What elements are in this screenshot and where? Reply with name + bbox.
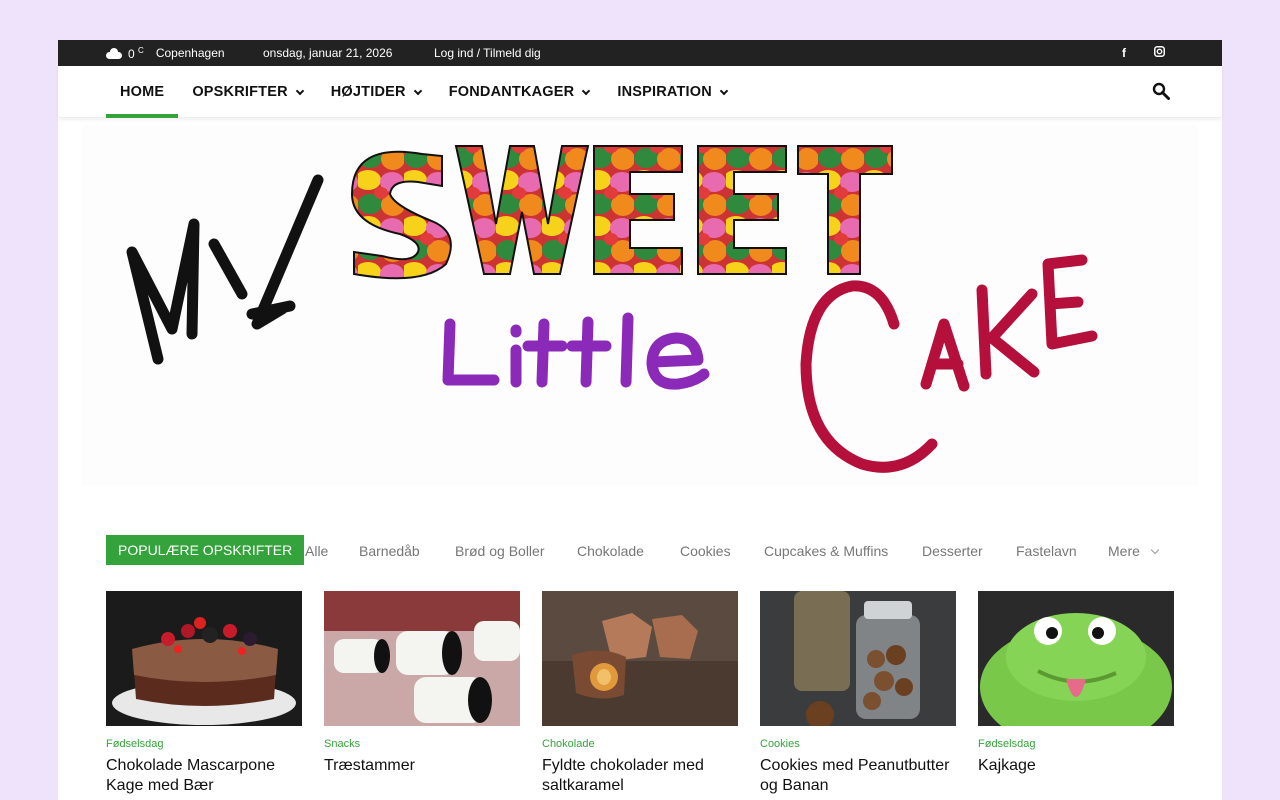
instagram-icon[interactable] <box>1154 46 1165 57</box>
search-icon[interactable] <box>1152 82 1170 100</box>
nav-item-opskrifter[interactable]: OPSKRIFTER <box>178 66 316 118</box>
nav-item-hojtider[interactable]: HØJTIDER <box>317 66 435 118</box>
nav-item-label: HOME <box>120 84 165 100</box>
nav-item-label: OPSKRIFTER <box>192 84 288 100</box>
recipe-card: Chokolade Fyldte chokolader med saltkara… <box>542 591 738 796</box>
temperature-value: 0 <box>128 46 135 61</box>
popular-recipes-bar: POPULÆRE OPSKRIFTER Alle Barnedåb Brød o… <box>106 535 1174 565</box>
recipe-category[interactable]: Fødselsdag <box>978 737 1174 751</box>
chevron-down-icon <box>582 86 591 95</box>
recipe-card: Snacks Træstammer <box>324 591 520 776</box>
recipe-card: Cookies Cookies med Peanutbutter og Bana… <box>760 591 956 796</box>
site-logo-banner[interactable] <box>82 124 1198 486</box>
popular-recipes-label: POPULÆRE OPSKRIFTER <box>106 535 305 565</box>
chevron-down-icon <box>295 86 305 95</box>
recipe-category[interactable]: Cookies <box>760 737 956 751</box>
top-bar: 0 C Copenhagen onsdag, januar 21, 2026 L… <box>58 40 1222 66</box>
category-tab-desserter[interactable]: Desserter <box>922 535 983 567</box>
category-tab-cupcakes-muffins[interactable]: Cupcakes & Muffins <box>764 535 888 567</box>
recipe-thumbnail[interactable] <box>106 591 302 726</box>
category-tab-cookies[interactable]: Cookies <box>680 535 731 567</box>
recipe-title[interactable]: Fyldte chokolader med saltkaramel <box>542 756 738 796</box>
weather-temperature: 0 C <box>128 46 144 61</box>
recipe-category[interactable]: Snacks <box>324 737 520 751</box>
category-tab-fastelavn[interactable]: Fastelavn <box>1016 535 1077 567</box>
facebook-icon[interactable]: f <box>1122 40 1126 66</box>
recipe-title[interactable]: Kajkage <box>978 756 1174 776</box>
site-logo <box>126 145 1098 473</box>
main-navigation: HOME OPSKRIFTER HØJTIDER FONDANTKAGER IN… <box>58 66 1222 118</box>
nav-item-fondantkager[interactable]: FONDANTKAGER <box>435 66 604 118</box>
category-tab-chokolade[interactable]: Chokolade <box>577 535 644 567</box>
current-date: onsdag, januar 21, 2026 <box>263 46 393 60</box>
category-tab-barnedab[interactable]: Barnedåb <box>359 535 420 567</box>
category-tab-brod-og-boller[interactable]: Brød og Boller <box>455 535 544 567</box>
nav-item-inspiration[interactable]: INSPIRATION <box>603 66 741 118</box>
nav-item-home[interactable]: HOME <box>106 66 179 118</box>
login-register-link[interactable]: Log ind / Tilmeld dig <box>434 40 541 66</box>
recipe-thumbnail[interactable] <box>324 591 520 726</box>
cloud-icon <box>106 48 122 59</box>
category-tab-alle[interactable]: Alle <box>305 535 328 567</box>
recipe-thumbnail[interactable] <box>978 591 1174 726</box>
chevron-down-icon <box>719 86 729 95</box>
more-label: Mere <box>1108 543 1140 559</box>
chevron-down-icon <box>1150 546 1160 555</box>
recipe-category[interactable]: Fødselsdag <box>106 737 302 751</box>
recipe-title[interactable]: Træstammer <box>324 756 520 776</box>
recipe-thumbnail[interactable] <box>542 591 738 726</box>
nav-item-label: INSPIRATION <box>617 84 712 100</box>
page: 0 C Copenhagen onsdag, januar 21, 2026 L… <box>58 40 1222 800</box>
recipe-thumbnail[interactable] <box>760 591 956 726</box>
nav-item-label: FONDANTKAGER <box>448 84 575 100</box>
weather-widget: 0 C Copenhagen <box>106 40 225 66</box>
category-tab-more[interactable]: Mere <box>1108 535 1160 567</box>
nav-item-label: HØJTIDER <box>330 84 406 100</box>
recipe-title[interactable]: Chokolade Mascarpone Kage med Bær <box>106 756 302 796</box>
recipe-category[interactable]: Chokolade <box>542 737 738 751</box>
weather-city: Copenhagen <box>155 46 225 60</box>
recipe-title[interactable]: Cookies med Peanutbutter og Banan <box>760 756 956 796</box>
chevron-down-icon <box>413 86 422 95</box>
recipe-card: Fødselsdag Chokolade Mascarpone Kage med… <box>106 591 302 796</box>
temperature-unit: C <box>138 45 144 55</box>
recipe-card: Fødselsdag Kajkage <box>978 591 1174 776</box>
